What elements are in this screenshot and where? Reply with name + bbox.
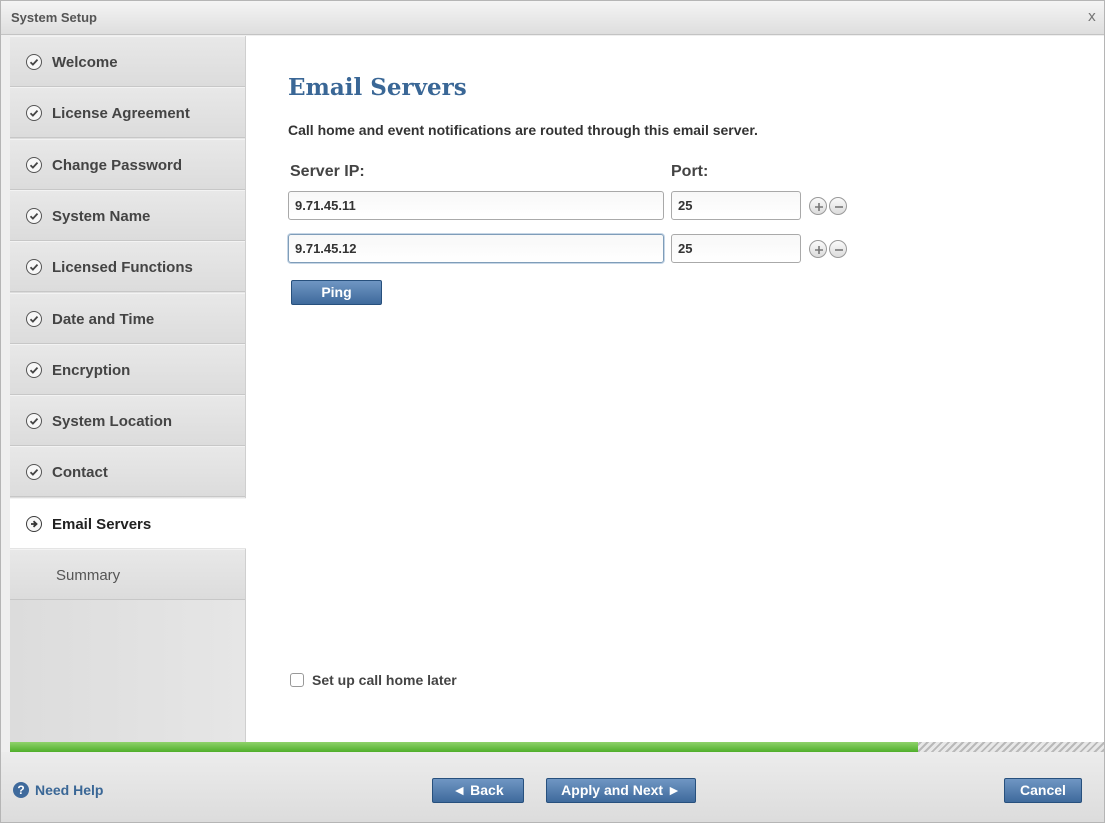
server-ip-input-1[interactable] [288, 191, 664, 220]
close-icon[interactable]: x [1088, 9, 1096, 25]
server-port-input-1[interactable] [671, 191, 801, 220]
check-circle-icon [26, 156, 42, 173]
server-ip-label: Server IP: [290, 163, 365, 180]
main-panel: Email Servers Call home and event notifi… [246, 36, 1104, 742]
help-icon: ? [13, 782, 29, 798]
sidebar-step-welcome[interactable]: Welcome [10, 36, 245, 87]
check-circle-icon [26, 413, 42, 430]
remove-server-icon[interactable] [829, 197, 847, 215]
apply-and-next-button[interactable]: Apply and Next ► [546, 778, 696, 803]
sidebar-step-label: System Name [52, 207, 151, 225]
sidebar-step-license-agreement[interactable]: License Agreement [10, 87, 245, 139]
add-server-icon[interactable] [809, 197, 827, 215]
check-circle-icon [26, 464, 42, 481]
server-ip-input-2[interactable] [288, 234, 664, 263]
sidebar-step-label: Licensed Functions [52, 259, 193, 277]
check-circle-icon [26, 207, 42, 224]
sidebar-step-label: Contact [52, 464, 108, 482]
sidebar-step-label: Summary [56, 567, 121, 584]
check-circle-icon [26, 361, 42, 378]
page-title: Email Servers [288, 74, 467, 101]
check-circle-icon [26, 310, 42, 327]
sidebar-step-label: License Agreement [52, 105, 190, 123]
sidebar-step-encryption[interactable]: Encryption [10, 343, 245, 395]
sidebar-step-summary[interactable]: Summary [10, 549, 245, 600]
sidebar-step-label: Encryption [52, 361, 131, 379]
check-circle-icon [26, 105, 42, 122]
sidebar-step-email-servers[interactable]: Email Servers [10, 497, 247, 549]
wizard-steps-sidebar: Welcome License Agreement Change Password S… [10, 36, 247, 742]
ping-button[interactable]: Ping [291, 280, 382, 305]
sidebar-step-label: Email Servers [52, 515, 152, 533]
sidebar-step-change-password[interactable]: Change Password [10, 138, 245, 190]
footer-bar: ? Need Help ◄ Back Apply and Next ► Canc… [1, 752, 1104, 822]
call-home-later-label: Set up call home later [312, 672, 457, 688]
call-home-later-checkbox[interactable] [290, 673, 304, 687]
sidebar-step-label: Date and Time [52, 310, 155, 328]
sidebar-step-label: System Location [52, 413, 173, 431]
sidebar-step-date-and-time[interactable]: Date and Time [10, 292, 245, 344]
check-circle-icon [26, 54, 42, 70]
sidebar-step-licensed-functions[interactable]: Licensed Functions [10, 241, 245, 293]
arrow-circle-icon [26, 515, 42, 532]
sidebar-step-label: Change Password [52, 156, 183, 174]
remove-server-icon[interactable] [829, 240, 847, 258]
cancel-button[interactable]: Cancel [1004, 778, 1082, 803]
check-circle-icon [26, 259, 42, 276]
sidebar-step-label: Welcome [52, 54, 118, 71]
title-bar: System Setup x [1, 1, 1104, 35]
port-label: Port: [671, 163, 709, 180]
sidebar-step-system-name[interactable]: System Name [10, 189, 245, 241]
sidebar-step-system-location[interactable]: System Location [10, 395, 245, 447]
setup-progress-bar [10, 742, 1104, 752]
back-button[interactable]: ◄ Back [432, 778, 524, 803]
window-title: System Setup [11, 10, 97, 25]
page-description: Call home and event notifications are ro… [288, 122, 758, 138]
setup-window: System Setup x Welcome License Agreement C… [0, 0, 1105, 823]
need-help-label: Need Help [35, 782, 104, 798]
progress-fill [10, 742, 919, 752]
server-port-input-2[interactable] [671, 234, 801, 263]
add-server-icon[interactable] [809, 240, 827, 258]
sidebar-step-contact[interactable]: Contact [10, 446, 245, 498]
